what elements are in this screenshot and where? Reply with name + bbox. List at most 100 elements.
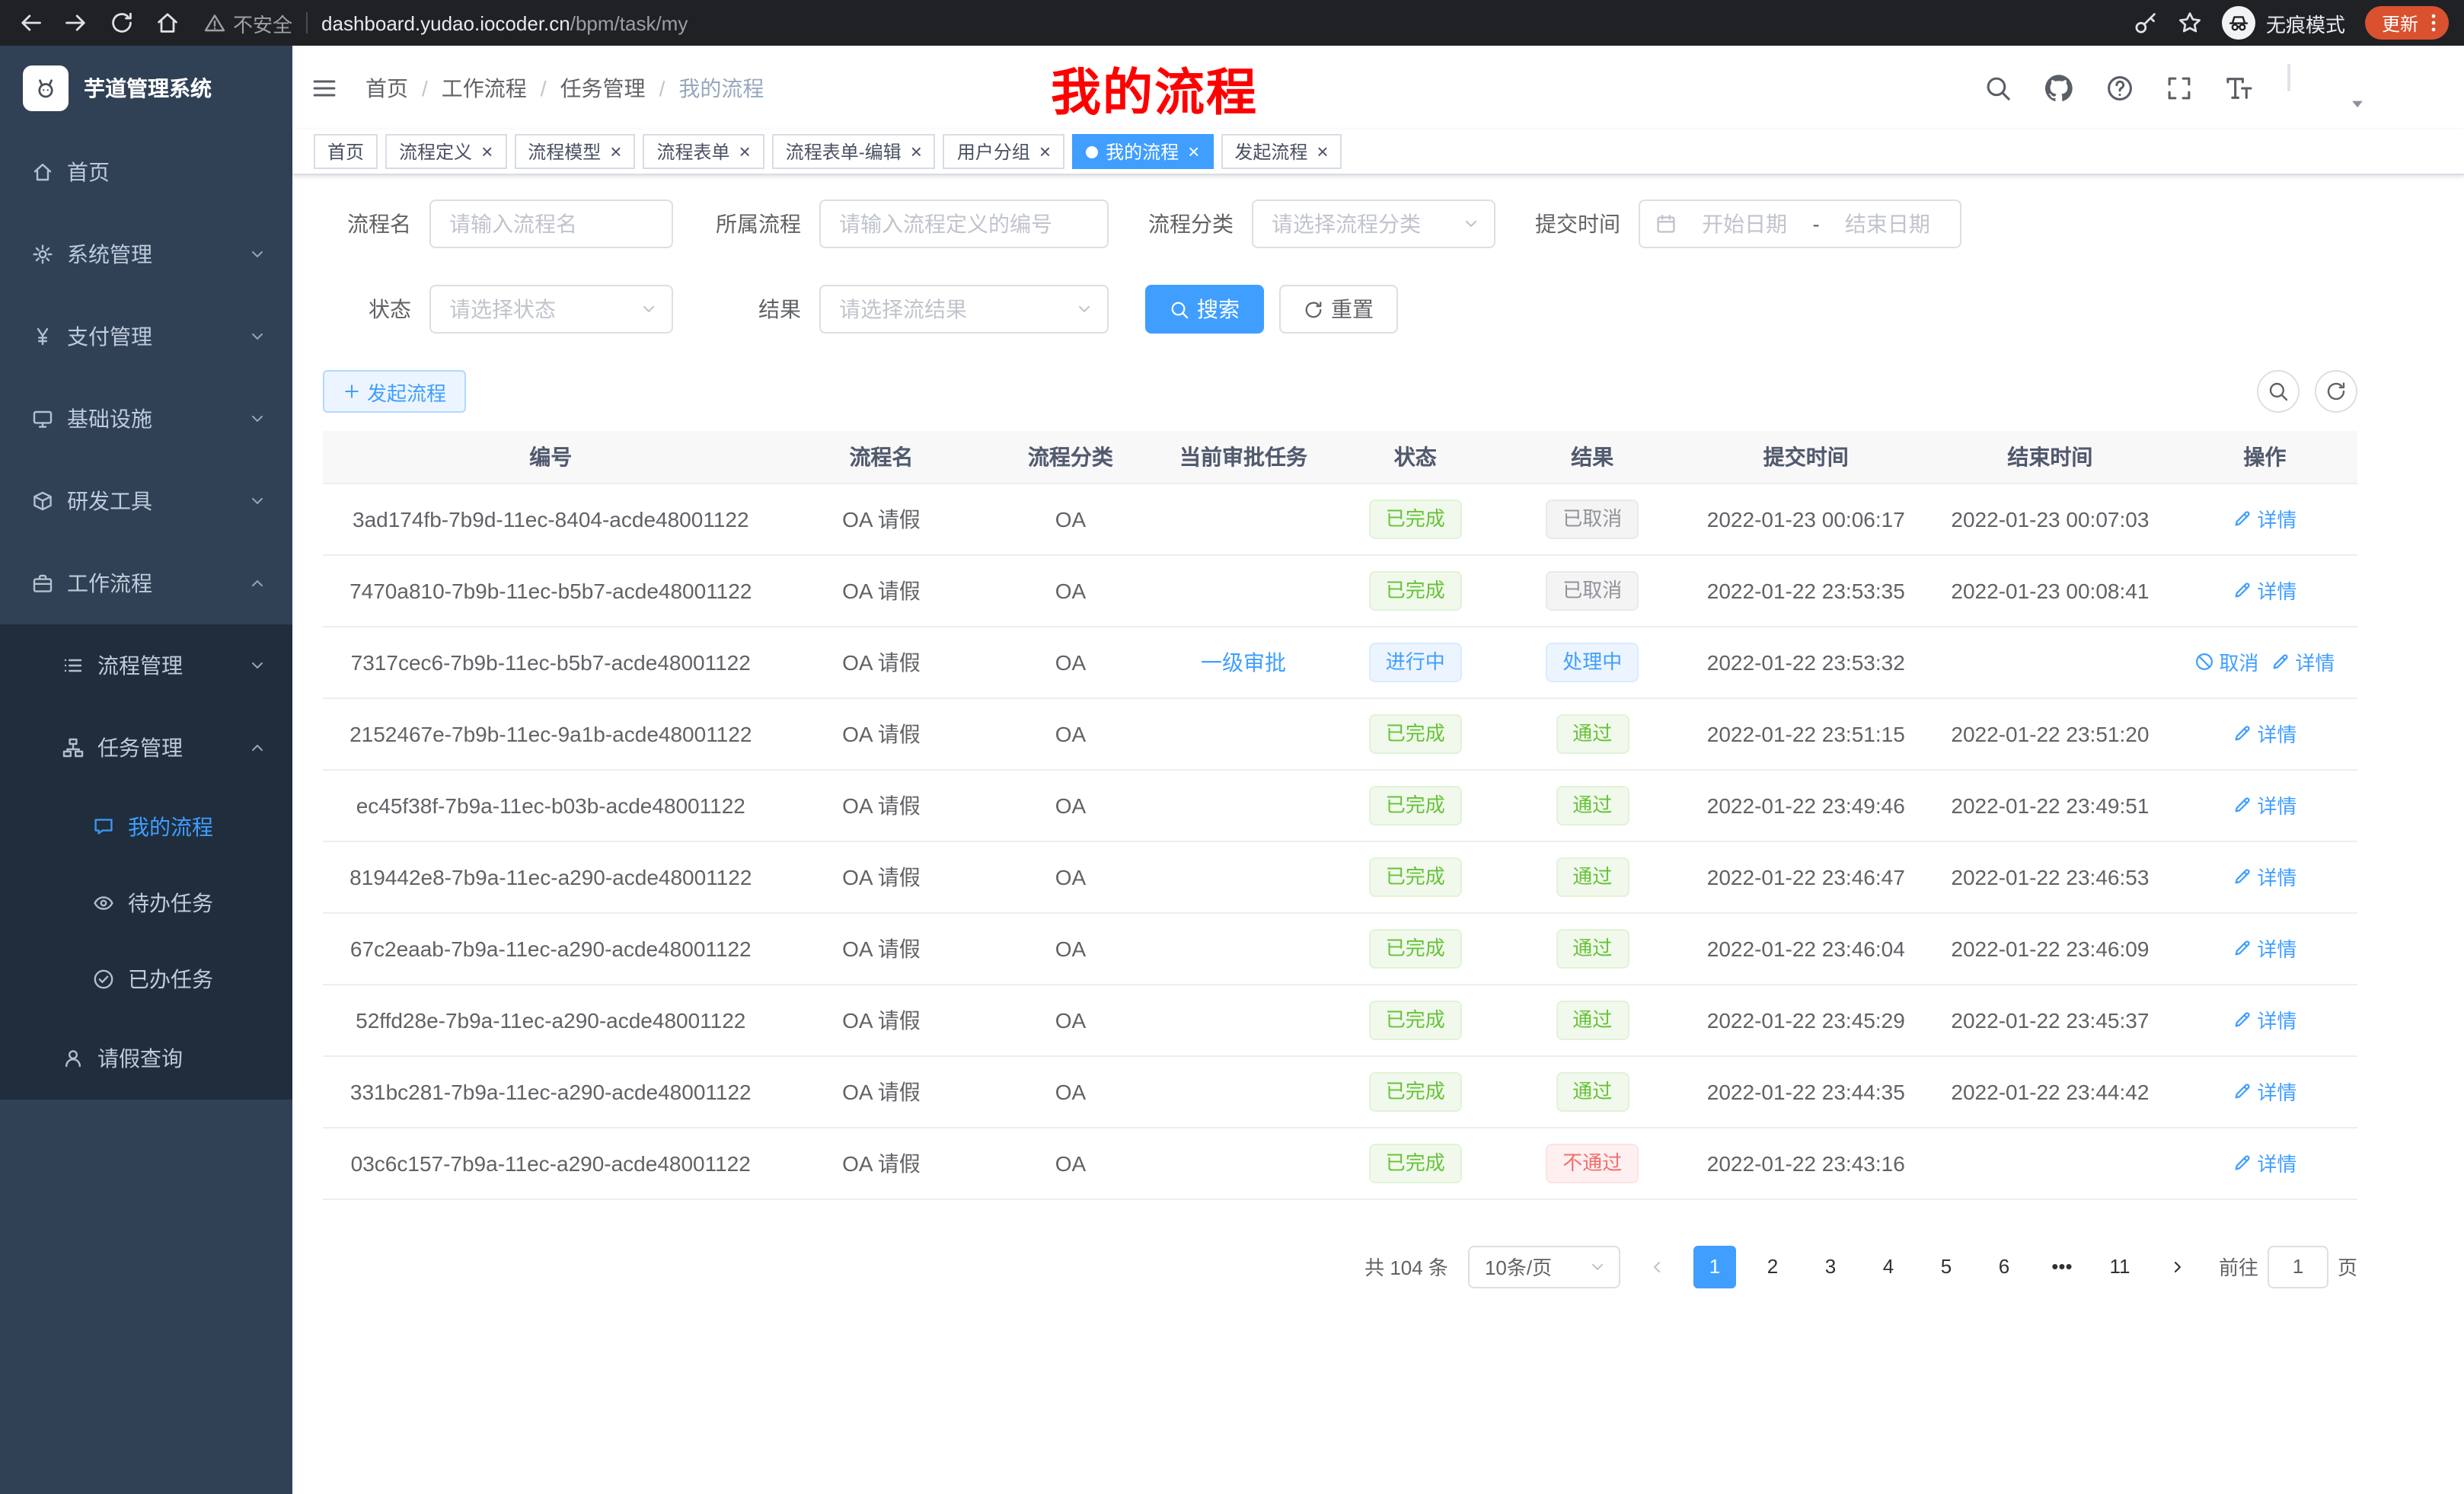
filter-row-2: 状态 请选择状态 结果 请选择流结果 (323, 285, 2357, 334)
sidebar-item-dev-tools[interactable]: 研发工具 (0, 460, 292, 542)
chevron-left-icon (1648, 1257, 1666, 1275)
detail-button[interactable]: 详情 (2233, 934, 2296, 962)
current-task-link[interactable]: 一级审批 (1201, 650, 1286, 674)
tab-process-model[interactable]: 流程模型 × (514, 134, 635, 169)
sidebar-item-done-tasks[interactable]: 已办任务 (0, 941, 292, 1017)
tab-process-form-edit[interactable]: 流程表单-编辑 × (772, 134, 936, 169)
sidebar-item-workflow[interactable]: 工作流程 (0, 542, 292, 624)
forward-icon[interactable] (55, 3, 97, 43)
detail-button[interactable]: 详情 (2233, 862, 2296, 891)
tab-user-group[interactable]: 用户分组 × (943, 134, 1064, 169)
detail-button[interactable]: 详情 (2233, 719, 2296, 748)
refresh-table-button[interactable] (2315, 370, 2357, 413)
breadcrumb-item[interactable]: 任务管理 (560, 72, 646, 103)
page-button-4[interactable]: 4 (1867, 1245, 1910, 1288)
tab-close-icon[interactable]: × (1039, 142, 1051, 161)
page-button-3[interactable]: 3 (1809, 1245, 1852, 1288)
sidebar-item-label: 研发工具 (67, 486, 152, 516)
sidebar-item-home[interactable]: 首页 (0, 131, 292, 213)
warning-icon (204, 12, 225, 34)
submit-time-range-picker[interactable]: 开始日期 - 结束日期 (1639, 200, 1961, 248)
start-date-placeholder: 开始日期 (1687, 209, 1802, 239)
tab-close-icon[interactable]: × (739, 142, 751, 161)
detail-button[interactable]: 详情 (2233, 1077, 2296, 1106)
font-size-icon[interactable] (2225, 74, 2252, 101)
start-process-button[interactable]: 发起流程 (323, 370, 466, 413)
fullscreen-icon[interactable] (2166, 74, 2193, 101)
tab-close-icon[interactable]: × (481, 142, 493, 161)
breadcrumb-item[interactable]: 首页 (365, 72, 408, 103)
browser-home-icon[interactable] (146, 3, 189, 43)
search-icon[interactable] (1984, 74, 2012, 101)
page-button-1[interactable]: 1 (1693, 1245, 1736, 1288)
tab-home[interactable]: 首页 (314, 134, 378, 169)
tab-process-form[interactable]: 流程表单 × (643, 134, 764, 169)
help-icon[interactable] (2106, 74, 2134, 101)
next-page-button[interactable] (2156, 1245, 2199, 1288)
edit-icon (2271, 652, 2290, 672)
sidebar-item-todo-tasks[interactable]: 待办任务 (0, 865, 292, 941)
page-button-5[interactable]: 5 (1925, 1245, 1968, 1288)
sidebar-item-my-process[interactable]: 我的流程 (0, 789, 292, 865)
search-icon (1170, 299, 1189, 319)
reset-button[interactable]: 重置 (1279, 285, 1398, 334)
detail-button[interactable]: 详情 (2233, 790, 2296, 819)
page-button-6[interactable]: 6 (1983, 1245, 2025, 1288)
password-key-icon[interactable] (2134, 11, 2158, 35)
user-avatar[interactable] (2287, 65, 2348, 110)
update-button[interactable]: 更新 (2365, 6, 2449, 40)
security-indicator[interactable]: 不安全 (204, 8, 292, 37)
app-logo-row[interactable]: 芋道管理系统 (0, 46, 292, 131)
sidebar-item-infrastructure[interactable]: 基础设施 (0, 378, 292, 460)
plus-icon (343, 382, 361, 401)
back-icon[interactable] (9, 3, 52, 43)
tab-my-process[interactable]: 我的流程 × (1072, 134, 1213, 169)
page-size-select[interactable]: 10条/页 (1468, 1245, 1620, 1288)
sidebar-item-system-management[interactable]: 系统管理 (0, 213, 292, 295)
detail-button[interactable]: 详情 (2271, 647, 2335, 676)
page-button-11[interactable]: 11 (2099, 1245, 2141, 1288)
result-select[interactable]: 请选择流结果 (819, 285, 1109, 334)
tab-start-process[interactable]: 发起流程 × (1221, 134, 1342, 169)
github-icon[interactable] (2044, 72, 2074, 103)
sidebar-toggle-button[interactable] (292, 46, 356, 129)
toggle-search-button[interactable] (2257, 370, 2300, 413)
goto-page-input[interactable] (2268, 1245, 2328, 1288)
sidebar-item-process-management[interactable]: 流程管理 (0, 624, 292, 707)
detail-button[interactable]: 详情 (2233, 1148, 2296, 1177)
tab-close-icon[interactable]: × (1188, 142, 1199, 161)
browser-menu-icon[interactable] (2423, 12, 2444, 34)
address-bar[interactable]: 不安全 dashboard.yudao.iocoder.cn/bpm/task/… (204, 8, 2130, 37)
tab-close-icon[interactable]: × (911, 142, 922, 161)
filter-submit-time: 提交时间 开始日期 - 结束日期 (1532, 200, 1961, 248)
url-domain: dashboard.yudao.iocoder.cn (321, 11, 570, 34)
sidebar-item-payment-management[interactable]: 支付管理 (0, 295, 292, 378)
sidebar-item-leave-query[interactable]: 请假查询 (0, 1017, 292, 1100)
detail-button[interactable]: 详情 (2233, 1005, 2296, 1034)
status-select[interactable]: 请选择状态 (429, 285, 673, 334)
category-select[interactable]: 请选择流程分类 (1252, 200, 1495, 248)
process-definition-input[interactable] (819, 200, 1109, 248)
cancel-button[interactable]: 取消 (2194, 647, 2258, 676)
cell-submit-time: 2022-01-22 23:43:16 (1684, 1127, 1928, 1199)
process-name-input[interactable] (429, 200, 673, 248)
page-more-button[interactable]: ••• (2041, 1245, 2083, 1288)
page-button-2[interactable]: 2 (1751, 1245, 1794, 1288)
search-button[interactable]: 搜索 (1145, 285, 1264, 334)
prev-page-button[interactable] (1636, 1245, 1678, 1288)
detail-button[interactable]: 详情 (2233, 504, 2296, 533)
bookmark-star-icon[interactable] (2178, 11, 2202, 35)
column-header: 操作 (2172, 431, 2357, 483)
cell-current-task (1157, 554, 1329, 626)
tab-close-icon[interactable]: × (610, 142, 621, 161)
breadcrumb-item[interactable]: 工作流程 (442, 72, 527, 103)
reload-icon[interactable] (101, 3, 143, 43)
tab-process-definition[interactable]: 流程定义 × (385, 134, 506, 169)
cell-end-time: 2022-01-22 23:51:20 (1928, 698, 2172, 769)
tab-close-icon[interactable]: × (1317, 142, 1328, 161)
table-toolbar: 发起流程 (323, 370, 2357, 413)
result-tag: 通过 (1556, 713, 1629, 753)
sidebar-item-task-management[interactable]: 任务管理 (0, 707, 292, 789)
detail-button[interactable]: 详情 (2233, 576, 2296, 605)
result-tag: 通过 (1556, 928, 1629, 968)
